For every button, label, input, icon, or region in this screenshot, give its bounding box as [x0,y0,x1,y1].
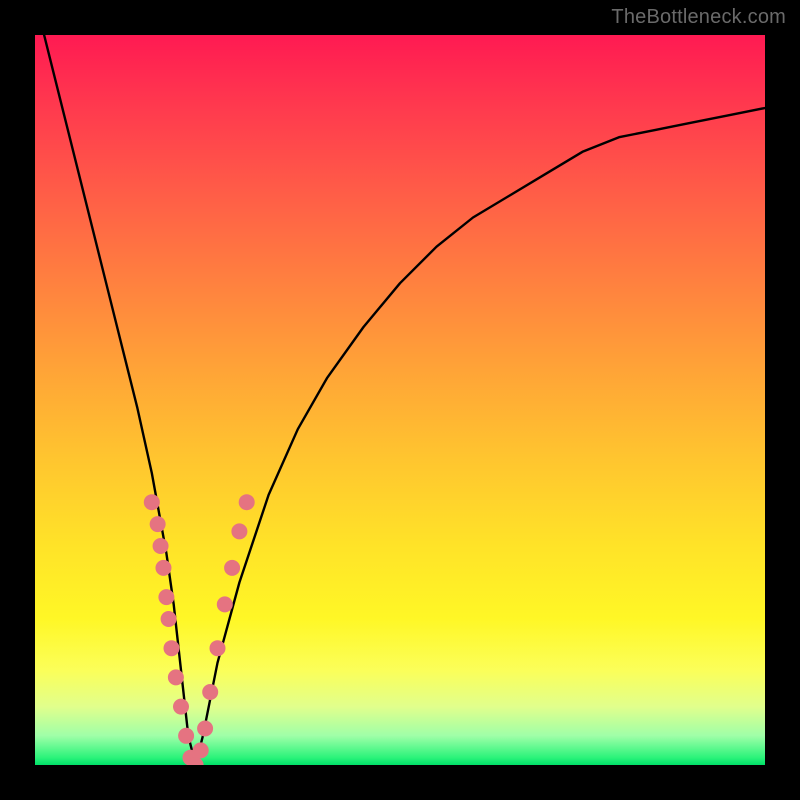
watermark-text: TheBottleneck.com [611,6,786,29]
plot-area [35,35,765,765]
gradient-background [35,35,765,765]
chart-frame: TheBottleneck.com [0,0,800,800]
